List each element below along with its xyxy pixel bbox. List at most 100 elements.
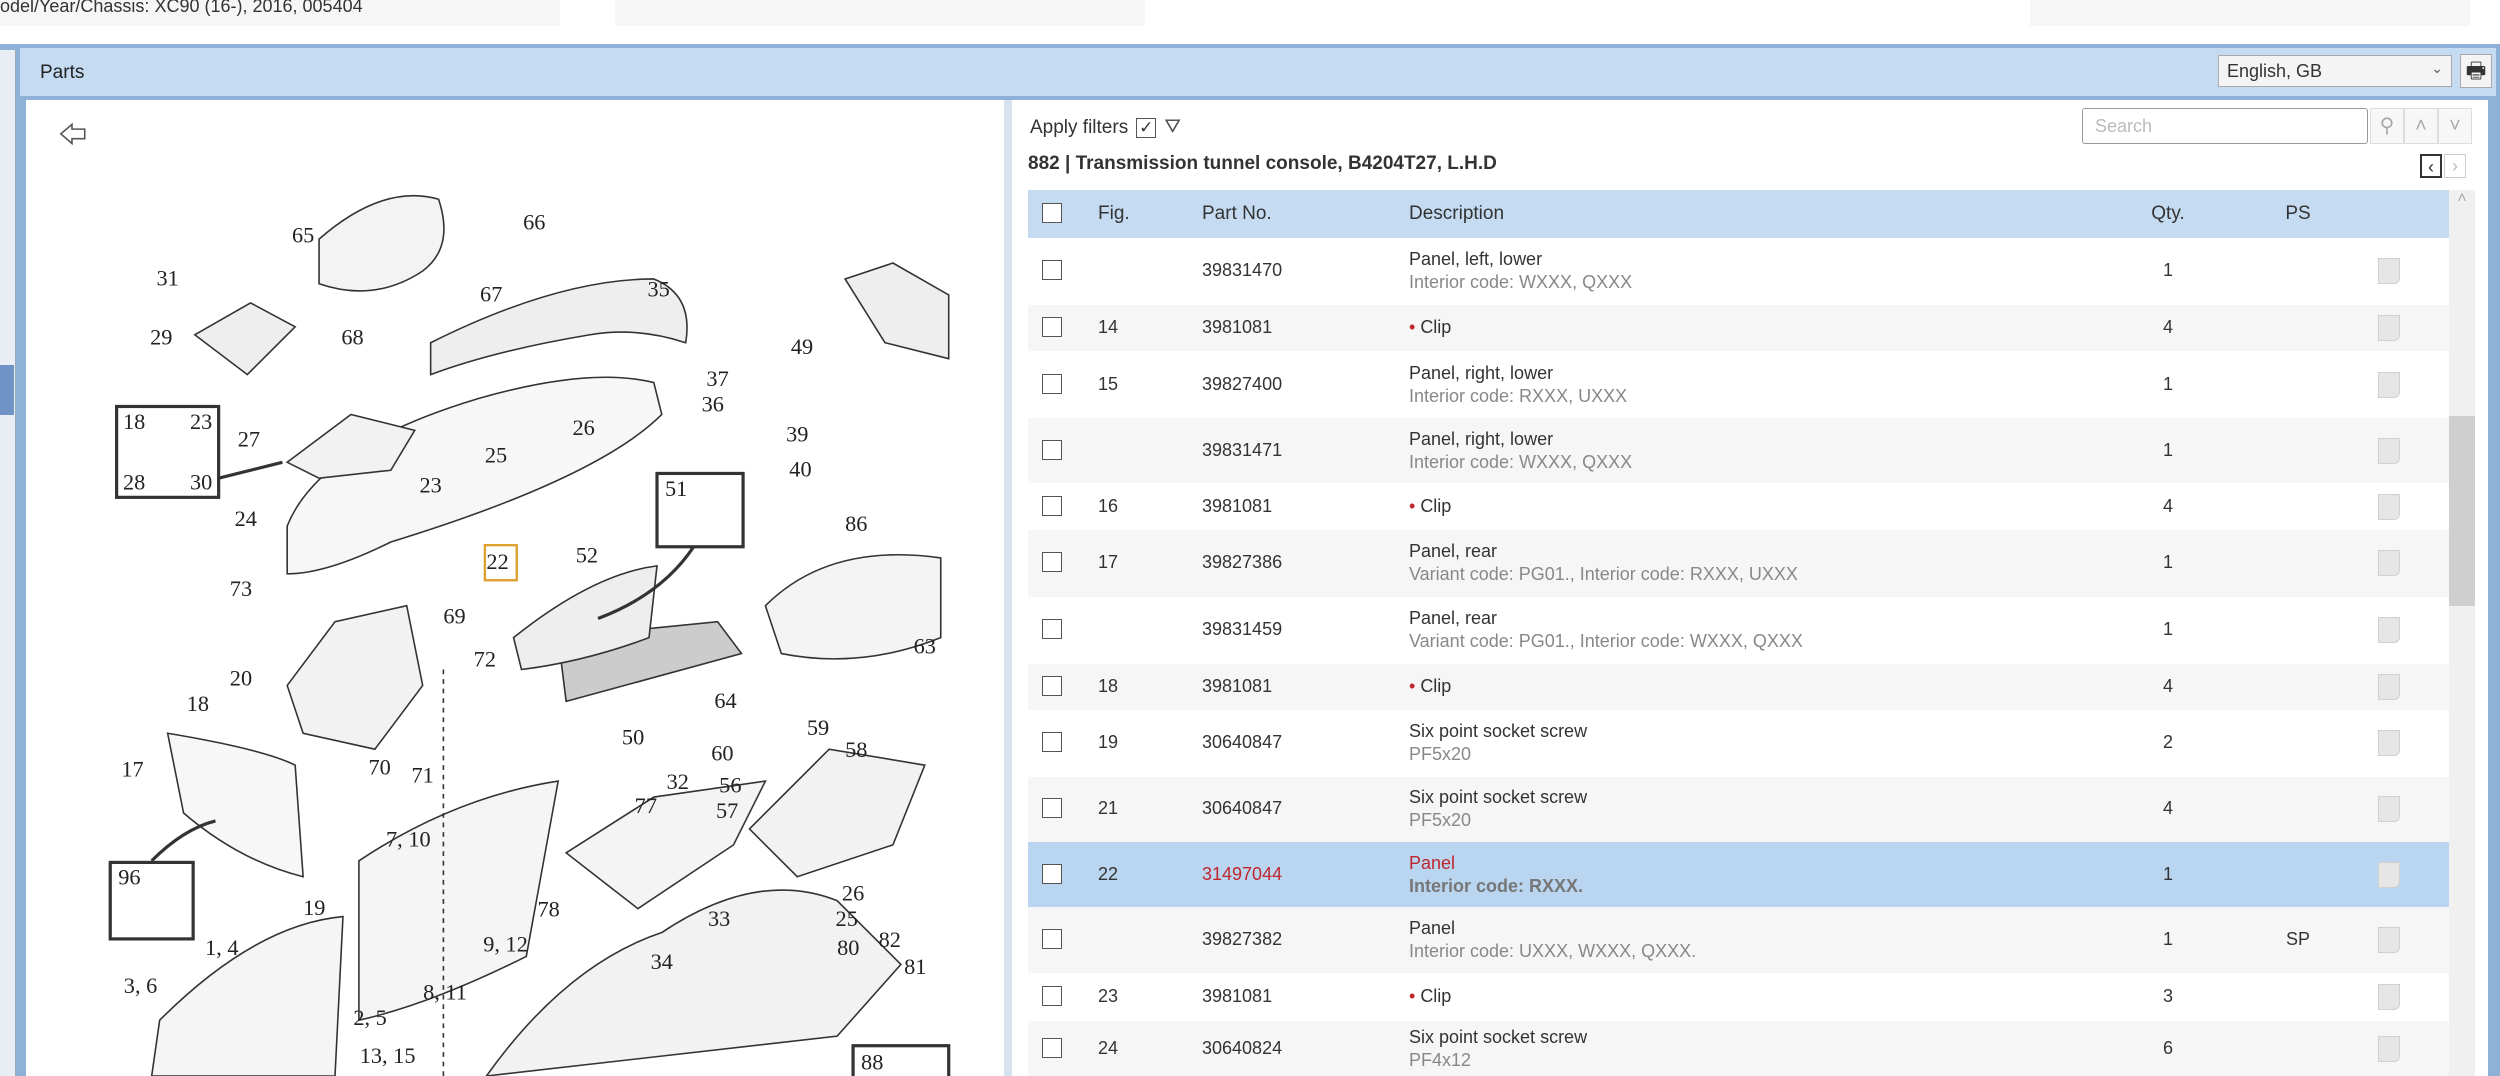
callout-36[interactable]: 36 (702, 391, 724, 416)
note-icon[interactable] (2378, 673, 2400, 700)
callout-23[interactable]: 23 (190, 409, 212, 434)
callout-88[interactable]: 88 (861, 1050, 883, 1075)
note-icon[interactable] (2378, 861, 2400, 888)
callout-35[interactable]: 35 (647, 276, 669, 301)
callout-39[interactable]: 39 (786, 422, 808, 447)
callout-33[interactable]: 33 (708, 906, 730, 931)
row-checkbox[interactable] (1042, 929, 1062, 950)
row-checkbox[interactable] (1042, 798, 1062, 819)
callout-49[interactable]: 49 (791, 334, 813, 359)
callout-32[interactable]: 32 (667, 769, 689, 794)
callout-56[interactable]: 56 (719, 772, 741, 797)
callout-50[interactable]: 50 (622, 724, 644, 749)
callout-80[interactable]: 80 (837, 935, 859, 960)
header-description[interactable]: Description (1409, 203, 1504, 225)
callout-71[interactable]: 71 (412, 763, 434, 788)
search-next-button[interactable]: ˅ (2438, 108, 2472, 144)
callout-26[interactable]: 26 (842, 881, 864, 906)
row-checkbox[interactable] (1042, 732, 1062, 753)
row-checkbox[interactable] (1042, 1037, 1062, 1058)
callout-24[interactable]: 24 (235, 506, 257, 531)
note-icon[interactable] (2378, 927, 2400, 954)
row-part-no[interactable]: 39831470 (1202, 260, 1282, 281)
row-part-no[interactable]: 39827382 (1202, 929, 1282, 950)
row-part-no[interactable]: 30640847 (1202, 732, 1282, 753)
row-part-no[interactable]: 30640847 (1202, 798, 1282, 819)
callout-63[interactable]: 63 (914, 634, 936, 659)
apply-filters-checkbox[interactable]: ✓ (1136, 117, 1157, 138)
callout-18[interactable]: 18 (187, 691, 209, 716)
table-row[interactable]: 18 3981081 • Clip 4 (1028, 663, 2449, 710)
row-checkbox[interactable] (1042, 675, 1062, 696)
note-icon[interactable] (2378, 371, 2400, 398)
table-row[interactable]: 22 31497044 Panel Interior code: RXXX. 1 (1028, 842, 2449, 908)
callout-7-10[interactable]: 7, 10 (386, 826, 431, 851)
note-icon[interactable] (2378, 315, 2400, 342)
filter-icon[interactable]: ⛛ (1164, 116, 1181, 139)
callout-72[interactable]: 72 (474, 646, 496, 671)
callout-13-15[interactable]: 13, 15 (360, 1043, 416, 1068)
callout-66[interactable]: 66 (523, 210, 545, 235)
note-icon[interactable] (2378, 796, 2400, 823)
callout-23[interactable]: 23 (419, 473, 441, 498)
callout-8-11[interactable]: 8, 11 (423, 979, 467, 1004)
callout-2-5[interactable]: 2, 5 (353, 1005, 386, 1030)
callout-81[interactable]: 81 (904, 954, 926, 979)
row-part-no[interactable]: 39831471 (1202, 440, 1282, 461)
callout-73[interactable]: 73 (230, 576, 252, 601)
table-row[interactable]: 39827382 Panel Interior code: UXXX, WXXX… (1028, 907, 2449, 973)
note-icon[interactable] (2378, 983, 2400, 1010)
callout-30[interactable]: 30 (190, 469, 212, 494)
scrollbar-thumb[interactable] (2449, 416, 2475, 606)
callout-40[interactable]: 40 (789, 457, 811, 482)
note-icon[interactable] (2378, 550, 2400, 577)
table-row[interactable]: 17 39827386 Panel, rear Variant code: PG… (1028, 529, 2449, 597)
row-part-no[interactable]: 30640824 (1202, 1038, 1282, 1059)
table-row[interactable]: 21 30640847 Six point socket screw PF5x2… (1028, 776, 2449, 843)
row-checkbox[interactable] (1042, 552, 1062, 573)
callout-78[interactable]: 78 (537, 897, 559, 922)
note-icon[interactable] (2378, 730, 2400, 757)
callout-65[interactable]: 65 (292, 222, 314, 247)
row-checkbox[interactable] (1042, 619, 1062, 640)
callout-18[interactable]: 18 (123, 409, 145, 434)
header-ps[interactable]: PS (2278, 203, 2318, 225)
search-prev-button[interactable]: ˄ (2404, 108, 2438, 144)
callout-57[interactable]: 57 (716, 798, 738, 823)
header-fig[interactable]: Fig. (1098, 203, 1130, 225)
search-input[interactable]: Search (2082, 108, 2368, 144)
table-row[interactable]: 14 3981081 • Clip 4 (1028, 304, 2449, 352)
callout-28[interactable]: 28 (123, 469, 145, 494)
callout-27[interactable]: 27 (238, 426, 260, 451)
select-all-checkbox[interactable] (1042, 203, 1062, 223)
row-part-no[interactable]: 39827400 (1202, 374, 1282, 395)
callout-1-4[interactable]: 1, 4 (205, 935, 238, 960)
row-checkbox[interactable] (1042, 317, 1062, 338)
callout-17[interactable]: 17 (121, 756, 143, 781)
callout-82[interactable]: 82 (879, 927, 901, 952)
callout-25[interactable]: 25 (836, 906, 858, 931)
prev-page-button[interactable]: ‹ (2420, 154, 2442, 178)
row-part-no[interactable]: 3981081 (1202, 496, 1272, 517)
callout-67[interactable]: 67 (480, 281, 502, 306)
row-part-no[interactable]: 31497044 (1202, 864, 1282, 885)
callout-58[interactable]: 58 (845, 737, 867, 762)
row-checkbox[interactable] (1042, 260, 1062, 281)
callout-77[interactable]: 77 (635, 793, 657, 818)
note-icon[interactable] (2378, 437, 2400, 464)
callout-26[interactable]: 26 (573, 415, 595, 440)
header-part-no[interactable]: Part No. (1202, 203, 1272, 225)
callout-59[interactable]: 59 (807, 715, 829, 740)
callout-25[interactable]: 25 (485, 442, 507, 467)
callout-19[interactable]: 19 (303, 895, 325, 920)
row-part-no[interactable]: 39827386 (1202, 552, 1282, 573)
callout-52[interactable]: 52 (576, 543, 598, 568)
row-checkbox[interactable] (1042, 373, 1062, 394)
note-icon[interactable] (2378, 493, 2400, 520)
next-page-button[interactable]: › (2444, 154, 2466, 178)
row-part-no[interactable]: 3981081 (1202, 676, 1272, 697)
callout-70[interactable]: 70 (368, 755, 390, 780)
callout-31[interactable]: 31 (156, 265, 178, 290)
header-qty[interactable]: Qty. (2138, 203, 2198, 225)
callout-60[interactable]: 60 (711, 740, 733, 765)
